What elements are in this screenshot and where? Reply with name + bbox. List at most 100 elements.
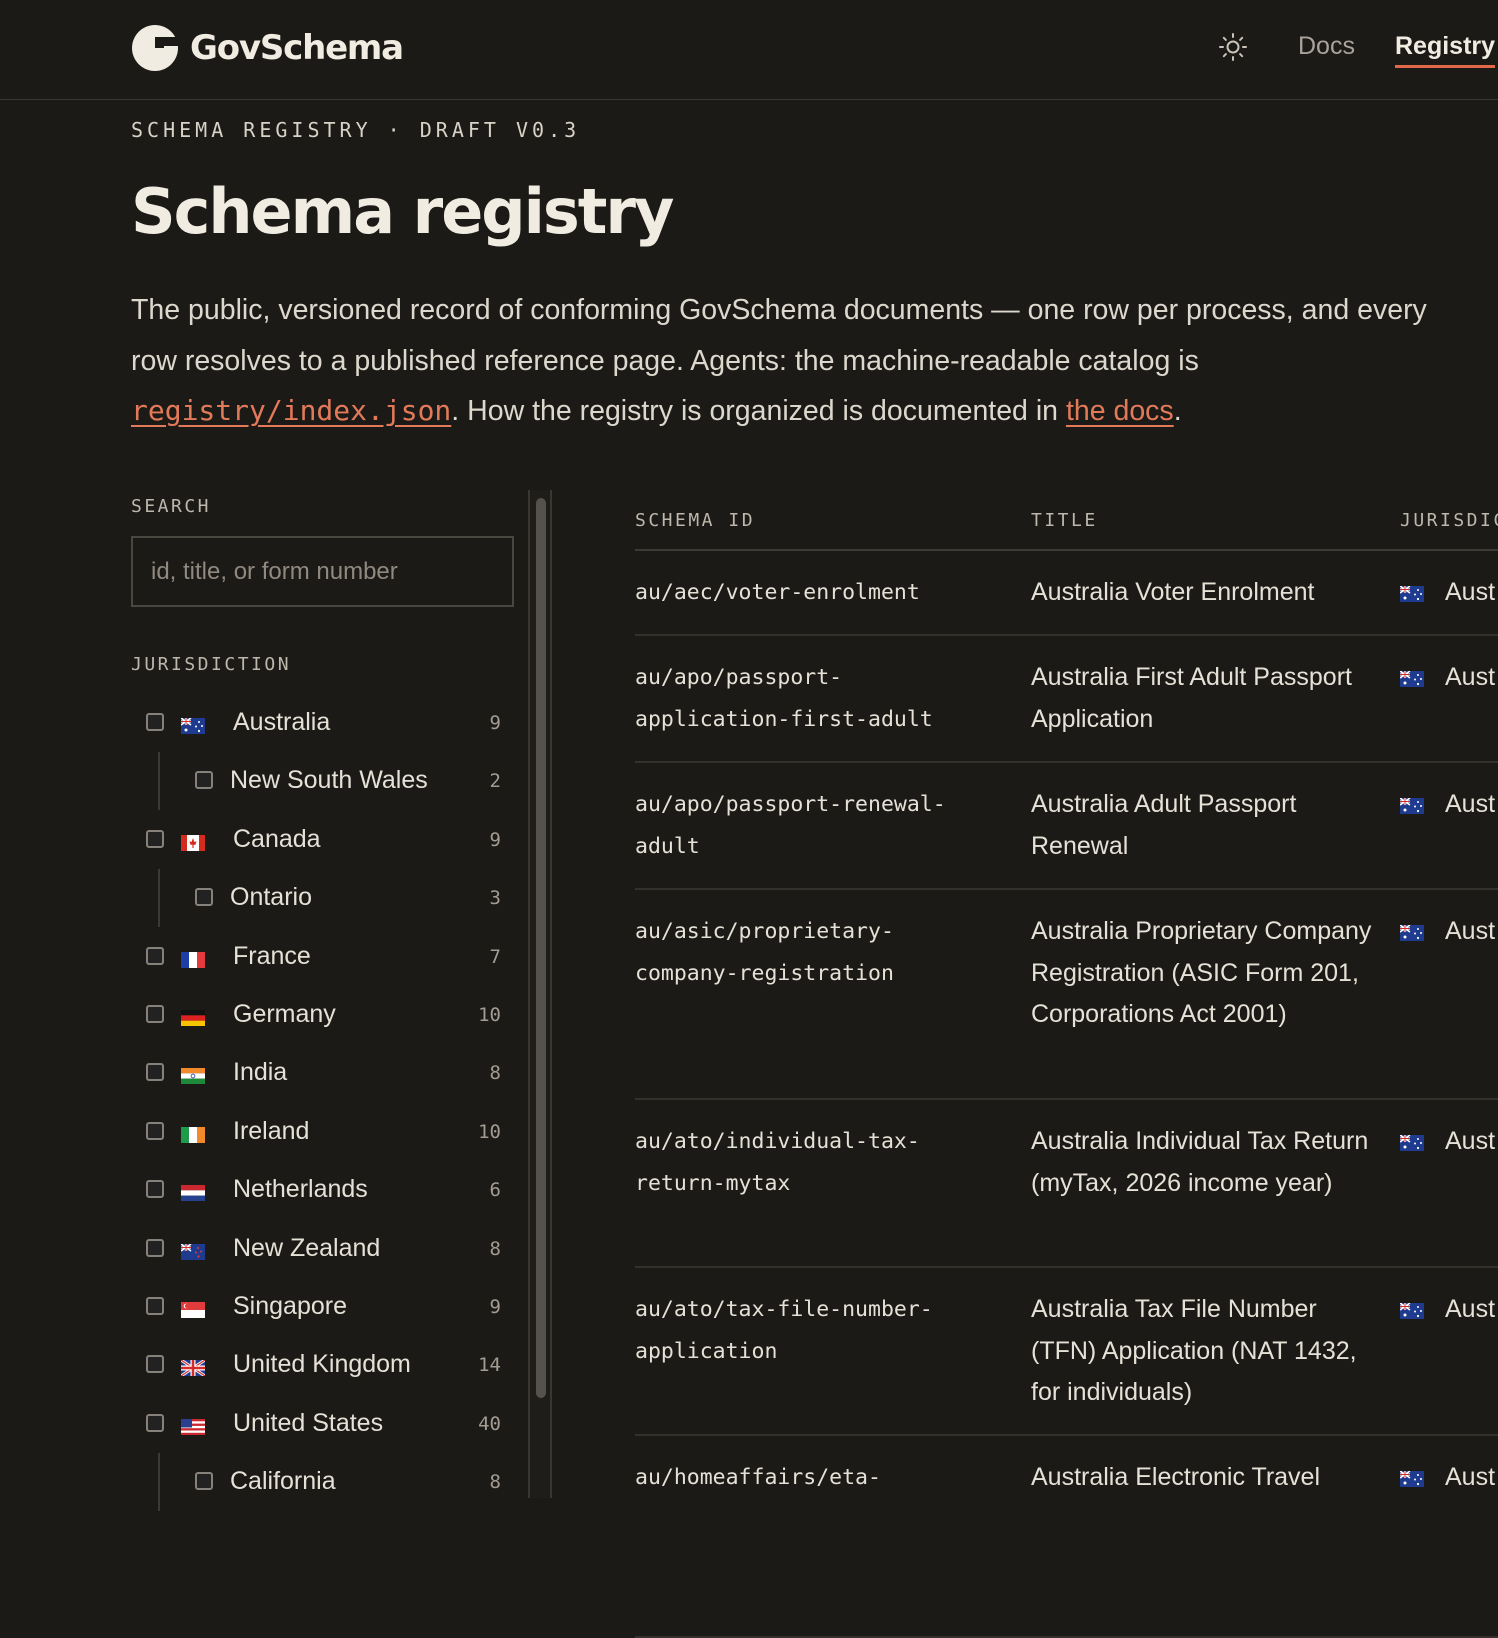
- jurisdiction-cell: Aust: [1445, 790, 1496, 818]
- jurisdiction-cell: Aust: [1445, 578, 1496, 606]
- docs-link[interactable]: the docs: [1066, 395, 1174, 427]
- jurisdiction-checkbox[interactable]: [146, 1413, 164, 1432]
- column-header-title[interactable]: TITLE: [1031, 510, 1098, 531]
- nav-registry[interactable]: Registry: [1395, 32, 1496, 68]
- jurisdiction-label: United Kingdom: [233, 1350, 411, 1379]
- schema-table: au/aec/voter-enrolment Australia Voter En…: [635, 551, 1498, 1638]
- jurisdiction-count: 14: [478, 1354, 501, 1377]
- jurisdiction-count: 7: [489, 945, 501, 968]
- intro-paragraph: The public, versioned record of conformi…: [131, 285, 1441, 437]
- schema-id-cell[interactable]: au/homeaffairs/eta-: [635, 1457, 995, 1499]
- au-flag-icon: [1400, 925, 1424, 941]
- title-cell: Australia Proprietary Company Registrati…: [1031, 917, 1372, 1028]
- jurisdiction-cell: Aust: [1445, 1463, 1496, 1491]
- schema-id-cell[interactable]: au/ato/individual-tax-return-mytax: [635, 1121, 995, 1204]
- logo-icon: [132, 25, 179, 71]
- ie-flag-icon: [181, 1126, 205, 1143]
- jurisdiction-checkbox[interactable]: [146, 946, 164, 965]
- jurisdiction-item[interactable]: Singapore 9: [131, 1278, 501, 1336]
- jurisdiction-item[interactable]: Germany 10: [131, 986, 501, 1044]
- jurisdiction-item[interactable]: United States 40: [131, 1395, 501, 1453]
- jurisdiction-checkbox[interactable]: [146, 1063, 164, 1082]
- title-cell: Australia First Adult Passport Applicati…: [1031, 663, 1352, 733]
- jurisdiction-checkbox[interactable]: [195, 888, 213, 907]
- column-header-schema-id[interactable]: SCHEMA ID: [635, 510, 755, 531]
- eyebrow: SCHEMA REGISTRY · DRAFT V0.3: [131, 118, 581, 142]
- jurisdiction-item[interactable]: France 7: [131, 928, 501, 986]
- jurisdiction-item[interactable]: California 8: [131, 1453, 501, 1512]
- jurisdiction-count: 2: [489, 770, 501, 793]
- jurisdiction-checkbox[interactable]: [146, 1355, 164, 1374]
- brand-name: GovSchema: [190, 28, 404, 68]
- table-row[interactable]: au/apo/passport-application-first-adult A…: [635, 636, 1498, 763]
- jurisdiction-item[interactable]: Australia 9: [131, 694, 501, 752]
- jurisdiction-checkbox[interactable]: [146, 713, 164, 731]
- jurisdiction-count: 40: [478, 1412, 501, 1435]
- jurisdiction-label: United States: [233, 1408, 384, 1437]
- jurisdiction-label: France: [233, 941, 311, 970]
- fr-flag-icon: [181, 951, 205, 968]
- jurisdiction-cell: Aust: [1445, 917, 1496, 945]
- jurisdiction-item[interactable]: New South Wales 2: [131, 752, 501, 811]
- table-row[interactable]: au/ato/tax-file-number-application Austra…: [635, 1268, 1498, 1436]
- catalog-link[interactable]: registry/index.json: [131, 394, 451, 427]
- de-flag-icon: [181, 1009, 205, 1026]
- table-row[interactable]: au/apo/passport-renewal-adult Australia A…: [635, 763, 1498, 890]
- sidebar-scrollbar[interactable]: [528, 490, 552, 1498]
- jurisdiction-count: 8: [489, 1062, 501, 1085]
- jurisdiction-label: Singapore: [233, 1291, 347, 1320]
- jurisdiction-checkbox[interactable]: [146, 1296, 164, 1315]
- title-cell: Australia Tax File Number (TFN) Applicat…: [1031, 1295, 1357, 1406]
- jurisdiction-label: Germany: [233, 999, 336, 1028]
- jurisdiction-item[interactable]: Ontario 3: [131, 869, 501, 928]
- jurisdiction-label: Canada: [233, 824, 321, 853]
- schema-id-cell[interactable]: au/asic/proprietary-company-registration: [635, 911, 995, 994]
- jurisdiction-item[interactable]: New Zealand 8: [131, 1220, 501, 1278]
- intro-text-3: .: [1173, 395, 1182, 427]
- jurisdiction-count: 9: [489, 1295, 501, 1318]
- jurisdiction-label: JURISDICTION: [131, 654, 292, 675]
- jurisdiction-item[interactable]: Canada 9: [131, 811, 501, 869]
- jurisdiction-label: Ireland: [233, 1116, 310, 1145]
- scrollbar-thumb[interactable]: [536, 498, 546, 1398]
- table-row[interactable]: au/aec/voter-enrolment Australia Voter En…: [635, 551, 1498, 636]
- jurisdiction-item[interactable]: India 8: [131, 1044, 501, 1102]
- jurisdiction-checkbox[interactable]: [146, 1121, 164, 1140]
- schema-id-cell[interactable]: au/aec/voter-enrolment: [635, 572, 995, 614]
- jurisdiction-count: 9: [489, 712, 501, 734]
- jurisdiction-checkbox[interactable]: [146, 1180, 164, 1199]
- jurisdiction-checkbox[interactable]: [195, 1472, 213, 1491]
- jurisdiction-checkbox[interactable]: [146, 829, 164, 848]
- sun-icon[interactable]: [1218, 32, 1248, 62]
- column-header-jurisdiction[interactable]: JURISDIC: [1400, 510, 1498, 531]
- schema-id-cell[interactable]: au/apo/passport-renewal-adult: [635, 784, 995, 867]
- jurisdiction-item[interactable]: United Kingdom 14: [131, 1336, 501, 1394]
- jurisdiction-label: India: [233, 1058, 288, 1087]
- au-flag-icon: [1400, 586, 1424, 602]
- jurisdiction-count: 8: [489, 1237, 501, 1260]
- schema-id-cell[interactable]: au/apo/passport-application-first-adult: [635, 657, 995, 740]
- au-flag-icon: [1400, 1471, 1424, 1487]
- jurisdiction-item[interactable]: Netherlands 6: [131, 1161, 501, 1219]
- nz-flag-icon: [181, 1243, 205, 1260]
- jurisdiction-count: 3: [489, 887, 501, 910]
- jurisdiction-cell: Aust: [1445, 1295, 1496, 1323]
- title-cell: Australia Electronic Travel: [1031, 1463, 1321, 1491]
- in-flag-icon: [181, 1068, 205, 1085]
- site-header: GovSchema Docs Registry: [0, 0, 1498, 100]
- table-row[interactable]: au/homeaffairs/eta- Australia Electronic …: [635, 1436, 1498, 1638]
- jurisdiction-count: 9: [489, 828, 501, 851]
- nav-docs[interactable]: Docs: [1298, 32, 1355, 61]
- jurisdiction-label: Ontario: [230, 883, 312, 912]
- table-row[interactable]: au/asic/proprietary-company-registration…: [635, 890, 1498, 1100]
- table-row[interactable]: au/ato/individual-tax-return-mytax Austra…: [635, 1100, 1498, 1268]
- jurisdiction-checkbox[interactable]: [146, 1238, 164, 1257]
- schema-id-cell[interactable]: au/ato/tax-file-number-application: [635, 1289, 995, 1372]
- jurisdiction-checkbox[interactable]: [146, 1004, 164, 1023]
- jurisdiction-label: New South Wales: [230, 766, 428, 795]
- brand-link[interactable]: GovSchema: [131, 24, 404, 72]
- jurisdiction-item[interactable]: Ireland 10: [131, 1103, 501, 1161]
- jurisdiction-list: Australia 9 New South Wales 2 Canada 9 Ontario…: [131, 694, 501, 1512]
- jurisdiction-checkbox[interactable]: [195, 771, 213, 790]
- search-input[interactable]: [131, 536, 514, 607]
